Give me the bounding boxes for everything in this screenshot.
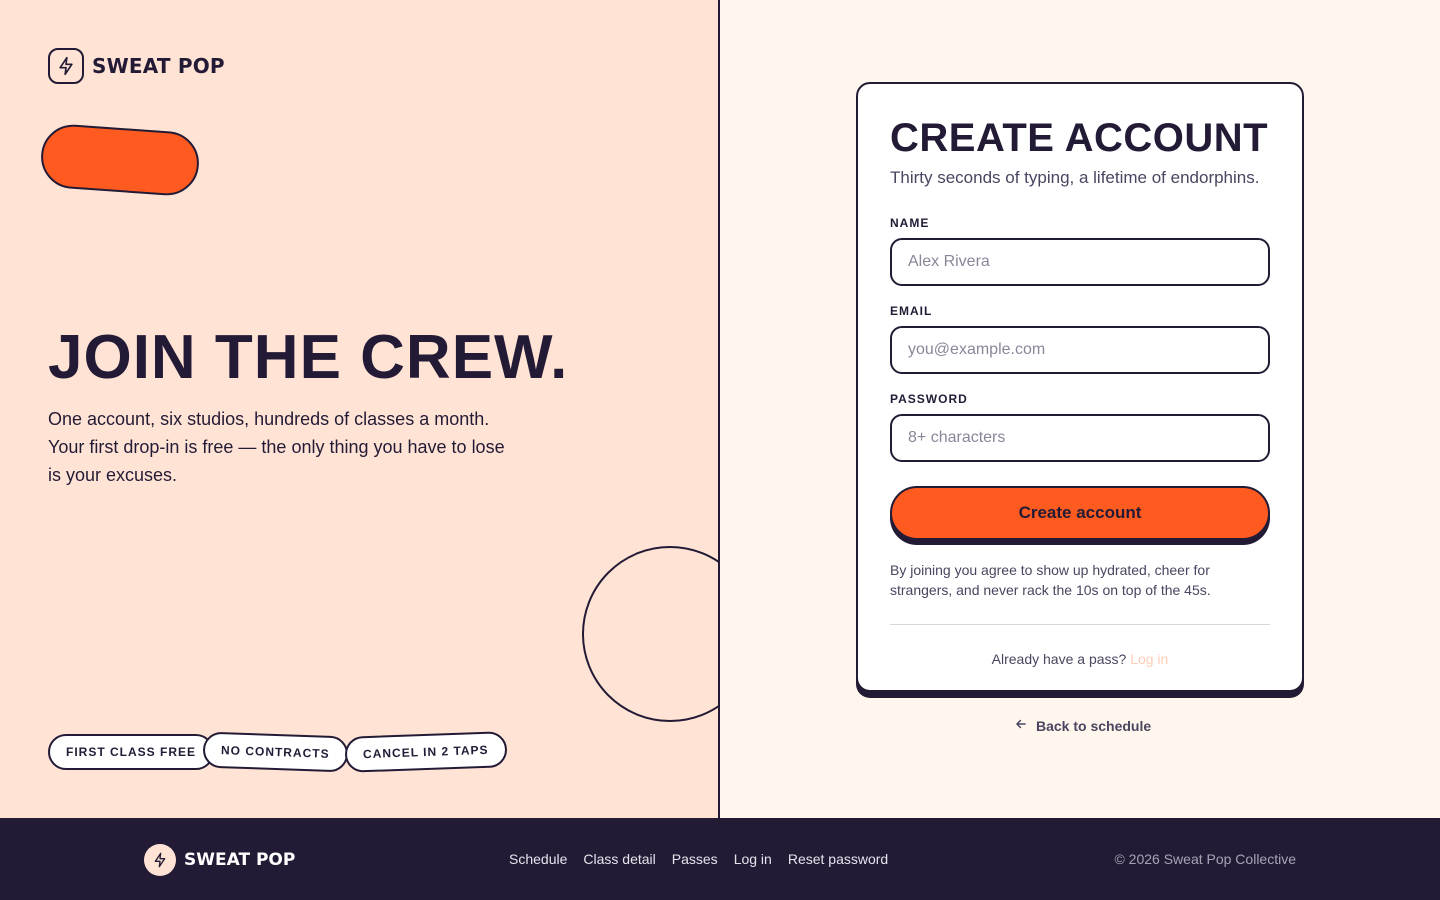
form-subtitle: Thirty seconds of typing, a lifetime of … [890,168,1260,187]
back-link-label: Back to schedule [1036,717,1152,734]
password-input[interactable] [890,414,1270,462]
login-link[interactable]: Log in [1130,651,1168,667]
email-label: EMAIL [890,304,933,318]
footer-copyright: © 2026 Sweat Pop Collective [1114,851,1296,867]
create-account-button[interactable]: Create account [890,486,1270,540]
decorative-pill-shape [38,122,202,198]
chip-no-contracts: NO CONTRACTS [202,731,349,773]
form-divider [890,624,1270,625]
decorative-circle [582,546,719,722]
back-to-schedule-link[interactable]: Back to schedule [1014,717,1151,734]
footer-link-log-in[interactable]: Log in [734,851,772,867]
password-label: PASSWORD [890,392,968,406]
hero-description: One account, six studios, hundreds of cl… [48,409,505,485]
footer-link-passes[interactable]: Passes [672,851,718,867]
footer-link-schedule[interactable]: Schedule [509,851,567,867]
bolt-icon [48,48,84,84]
name-input[interactable] [890,238,1270,286]
site-footer: SWEAT POP Schedule Class detail Passes L… [0,818,1440,900]
chip-first-class-free: FIRST CLASS FREE [48,734,215,770]
login-prompt-row: Already have a pass? Log in [890,651,1270,667]
brand-logo[interactable]: SWEAT POP [48,48,225,84]
brand-name: SWEAT POP [92,54,225,78]
hero-title: JOIN THE CREW. [48,323,569,392]
form-title: CREATE ACCOUNT [890,116,1269,160]
hero-panel: SWEAT POP JOIN THE CREW. One account, si… [0,0,719,818]
footer-link-class-detail[interactable]: Class detail [583,851,655,867]
terms-text: By joining you agree to show up hydrated… [890,562,1211,598]
password-field-group: PASSWORD [890,392,1270,462]
footer-nav: Schedule Class detail Passes Log in Rese… [509,851,888,867]
footer-brand[interactable]: SWEAT POP [144,844,295,876]
chip-cancel-in-2-taps: CANCEL IN 2 TAPS [344,731,508,773]
footer-brand-name: SWEAT POP [184,850,296,870]
arrow-left-icon [1014,717,1028,734]
email-input[interactable] [890,326,1270,374]
name-field-group: NAME [890,216,1270,286]
create-account-card: CREATE ACCOUNT Thirty seconds of typing,… [856,82,1304,692]
name-label: NAME [890,216,930,230]
footer-link-reset-password[interactable]: Reset password [788,851,888,867]
email-field-group: EMAIL [890,304,1270,374]
login-prompt: Already have a pass? [991,651,1127,667]
bolt-icon [144,844,176,876]
